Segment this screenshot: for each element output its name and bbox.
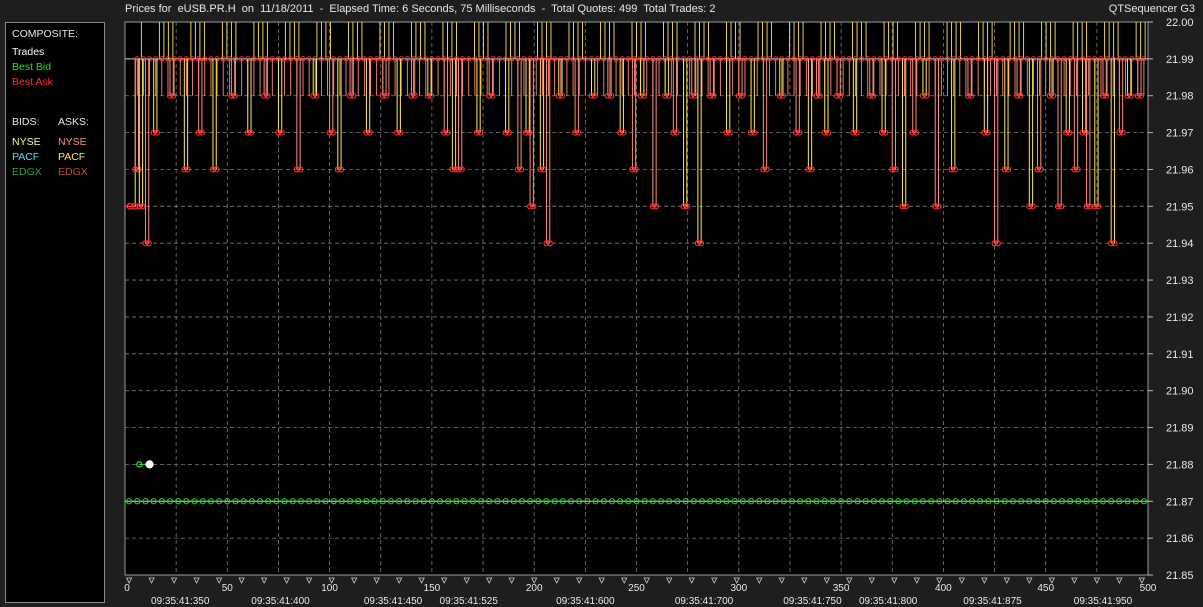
quote-marker [823, 577, 830, 584]
x-tick-label: 450 [1037, 583, 1054, 594]
time-label: 09:35:41:800 [859, 596, 918, 607]
quote-marker [621, 577, 628, 584]
x-tick-label: 100 [321, 583, 338, 594]
quote-marker [148, 577, 155, 584]
time-label: 09:35:41:950 [1074, 596, 1133, 607]
x-tick-label: 300 [730, 583, 747, 594]
y-tick-label: 21.88 [1166, 459, 1194, 471]
quote-marker [170, 577, 178, 584]
quote-marker [756, 577, 763, 584]
trade-point [145, 460, 154, 469]
quote-marker [643, 577, 650, 584]
quote-marker [688, 577, 695, 584]
quote-marker [351, 577, 358, 584]
quote-marker [891, 577, 898, 584]
quote-marker [260, 577, 268, 584]
x-tick-label: 200 [526, 583, 543, 594]
quote-marker [373, 577, 380, 584]
time-label: 09:35:41:875 [963, 596, 1022, 607]
price-chart: 21.85 21.86 21.87 21.88 21.89 21.90 21.91 21.92… [124, 17, 1194, 607]
quote-marker [396, 577, 403, 584]
time-label: 09:35:41:400 [251, 596, 310, 607]
x-tick-label: 250 [628, 583, 645, 594]
y-tick-label: 21.85 [1166, 570, 1194, 582]
quote-marker [981, 577, 988, 584]
time-label: 09:35:41:600 [556, 596, 615, 607]
time-label: 09:35:41:750 [783, 596, 842, 607]
quote-marker [711, 577, 718, 584]
x-tick-label: 0 [124, 583, 130, 594]
y-tick-label: 21.95 [1166, 201, 1194, 213]
time-label: 09:35:41:700 [675, 596, 734, 607]
quote-marker [666, 577, 673, 584]
y-tick-label: 21.91 [1166, 349, 1194, 361]
quote-marker [1026, 577, 1033, 584]
quote-marker [1093, 577, 1100, 584]
quote-marker [598, 577, 605, 584]
time-label: 09:35:41:350 [151, 596, 210, 607]
y-tick-label: 21.97 [1166, 128, 1194, 140]
x-tick-label: 400 [935, 583, 952, 594]
quote-marker [1071, 577, 1078, 584]
x-tick-label: 50 [222, 583, 234, 594]
time-label: 09:35:41:450 [364, 596, 423, 607]
quote-marker [1116, 577, 1123, 584]
quote-marker [463, 577, 470, 584]
x-tick-label: 500 [1140, 583, 1157, 594]
quote-marker [801, 577, 808, 584]
quote-marker [305, 577, 313, 584]
y-tick-label: 21.96 [1166, 164, 1194, 176]
quote-marker [778, 577, 785, 584]
y-tick-label: 21.87 [1166, 496, 1194, 508]
y-tick-label: 21.86 [1166, 533, 1194, 545]
y-tick-label: 21.92 [1166, 312, 1194, 324]
y-tick-label: 22.00 [1166, 17, 1194, 29]
x-tick-label: 150 [424, 583, 441, 594]
y-tick-label: 21.93 [1166, 275, 1194, 287]
quote-marker [441, 577, 448, 584]
quote-marker [576, 577, 583, 584]
quote-marker [553, 577, 560, 584]
y-tick-label: 21.98 [1166, 91, 1194, 103]
time-label: 09:35:41:525 [440, 596, 499, 607]
quote-marker [913, 577, 920, 584]
quote-marker [283, 577, 290, 584]
quote-marker [958, 577, 965, 584]
y-tick-label: 21.94 [1166, 238, 1194, 250]
y-tick-label: 21.89 [1166, 423, 1194, 435]
quote-marker [1003, 577, 1010, 584]
quote-marker [868, 577, 875, 584]
x-tick-label: 350 [833, 583, 850, 594]
y-tick-label: 21.90 [1166, 386, 1194, 398]
quote-marker [508, 577, 515, 584]
quote-marker [486, 577, 493, 584]
quote-marker [238, 577, 245, 584]
y-tick-label: 21.99 [1166, 54, 1194, 66]
quote-marker [193, 577, 200, 584]
